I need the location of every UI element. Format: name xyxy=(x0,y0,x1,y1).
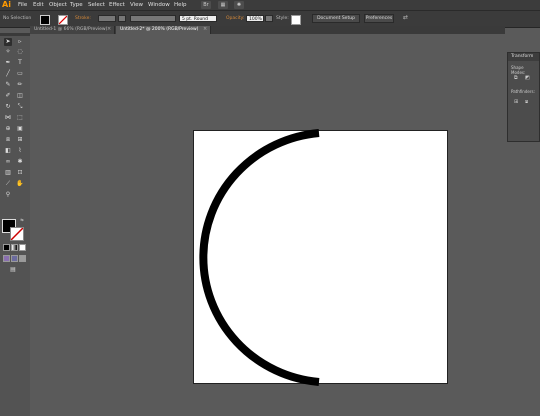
panel-title[interactable]: Transform xyxy=(508,53,539,61)
pathfinder-panel: Transform Shape Modes: ⧉ ◩ Pathfinders: … xyxy=(507,52,540,142)
canvas-overlay xyxy=(199,129,320,386)
unite-icon[interactable]: ⧉ xyxy=(514,75,520,81)
trim-icon[interactable]: ⧈ xyxy=(525,99,531,105)
shape-modes-label: Shape Modes: xyxy=(511,65,526,75)
divide-icon[interactable]: ⊞ xyxy=(514,99,520,105)
right-panel-dock: Transform Shape Modes: ⧉ ◩ Pathfinders: … xyxy=(505,34,540,416)
minus-front-icon[interactable]: ◩ xyxy=(525,75,531,81)
pathfinders-label: Pathfinders: xyxy=(511,89,535,94)
half-circle-arc[interactable] xyxy=(199,129,320,386)
